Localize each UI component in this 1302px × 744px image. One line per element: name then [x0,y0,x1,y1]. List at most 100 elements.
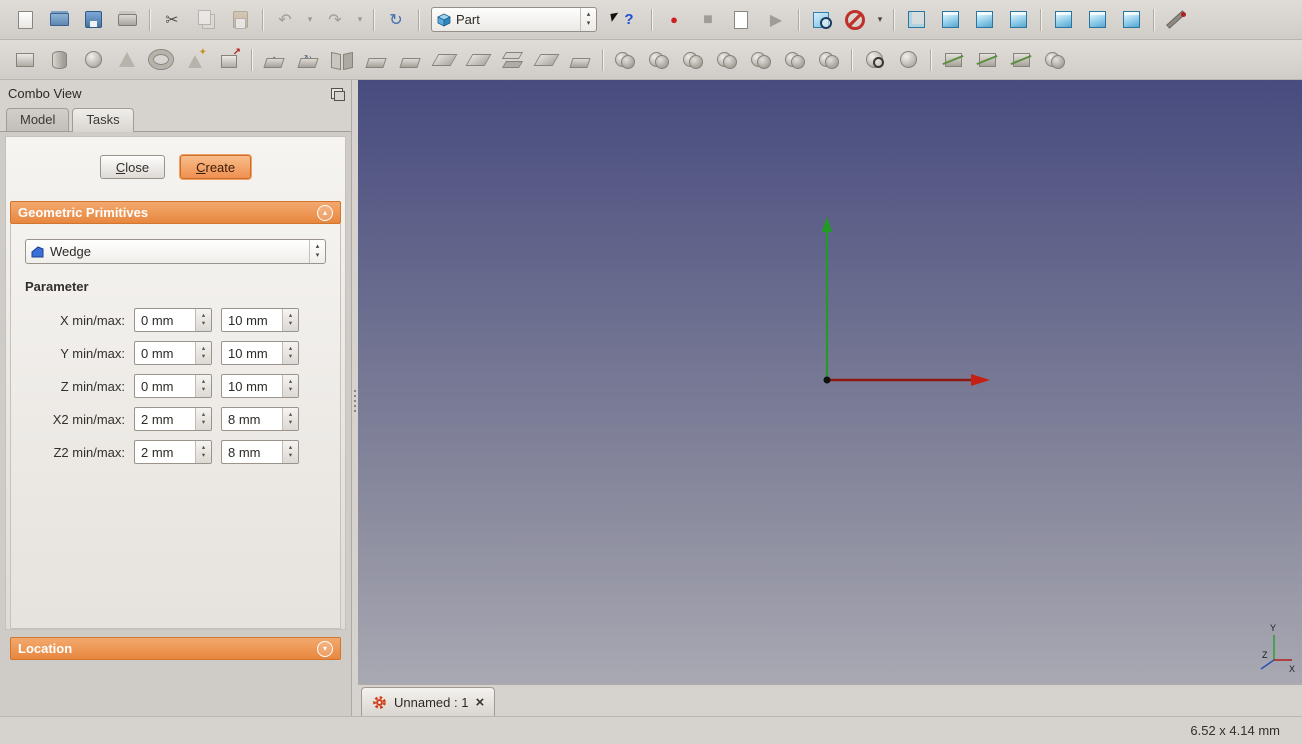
part-torus-button[interactable] [144,45,178,75]
spinner-buttons[interactable]: ▴ ▾ [282,375,298,397]
part-boolean-xor-button[interactable] [1038,45,1072,75]
primitive-type-select[interactable]: Wedge ▴ ▾ [25,239,326,264]
macro-record-button[interactable]: ● [657,5,691,35]
part-cylinder-button[interactable] [42,45,76,75]
paste-button[interactable] [223,5,257,35]
part-cross-sections-button[interactable] [936,45,970,75]
tab-tasks[interactable]: Tasks [72,108,134,132]
spin-down-button[interactable]: ▾ [289,320,292,328]
spinner-buttons[interactable]: ▴ ▾ [282,342,298,364]
spin-up-button[interactable]: ▴ [289,312,292,320]
splitter-grip[interactable] [354,390,356,412]
spin-up-button[interactable]: ▴ [202,312,205,320]
part-join-embed-button[interactable] [778,45,812,75]
redo-dropdown-arrow[interactable]: ▾ [352,5,368,35]
spin-down-button[interactable]: ▾ [202,353,205,361]
part-slice-button[interactable] [1004,45,1038,75]
spinner-buttons[interactable]: ▴ ▾ [195,408,211,430]
3d-viewport[interactable]: Y Z X [358,80,1302,684]
macro-play-button[interactable]: ▶ [759,5,793,35]
view-top-button[interactable] [967,5,1001,35]
spin-down-button[interactable]: ▾ [202,320,205,328]
draw-style-dropdown-arrow[interactable]: ▾ [872,5,888,35]
tab-model[interactable]: Model [6,108,70,131]
expand-section-icon[interactable]: ▾ [317,640,333,657]
part-intersection-button[interactable] [710,45,744,75]
whats-this-button[interactable]: ? [604,5,646,35]
refresh-button[interactable]: ↻ [379,5,413,35]
measure-distance-button[interactable] [1159,5,1193,35]
undo-button[interactable]: ↶ [268,5,302,35]
part-fillet-button[interactable] [359,45,393,75]
cut-button[interactable]: ✂ [155,5,189,35]
view-right-button[interactable] [1001,5,1035,35]
min-spinbox[interactable]: 0 mm ▴ ▾ [134,308,212,332]
redo-button[interactable]: ↷ [318,5,352,35]
part-union-button[interactable] [676,45,710,75]
copy-button[interactable] [189,5,223,35]
close-tab-icon[interactable]: × [475,695,484,710]
part-chamfer-button[interactable] [393,45,427,75]
min-spinbox[interactable]: 0 mm ▴ ▾ [134,341,212,365]
collapse-section-icon[interactable]: ▴ [317,204,333,221]
max-spinbox[interactable]: 10 mm ▴ ▾ [221,308,299,332]
spinner-buttons[interactable]: ▴ ▾ [195,342,211,364]
spin-up-button[interactable]: ▴ [289,411,292,419]
part-slice-apart-button[interactable] [970,45,1004,75]
part-cut-button[interactable] [642,45,676,75]
part-offset-button[interactable] [563,45,597,75]
spinner-buttons[interactable]: ▴ ▾ [282,408,298,430]
geometric-primitives-header[interactable]: Geometric Primitives ▴ [10,201,341,224]
part-ruled-surface-button[interactable] [461,45,495,75]
max-spinbox[interactable]: 10 mm ▴ ▾ [221,374,299,398]
fit-all-button[interactable] [804,5,838,35]
part-cone-button[interactable] [110,45,144,75]
part-check-geometry-button[interactable] [857,45,891,75]
view-rear-button[interactable] [1046,5,1080,35]
part-extrude-button[interactable]: ↑ [257,45,291,75]
spinner-buttons[interactable]: ▴ ▾ [195,375,211,397]
save-button[interactable] [76,5,110,35]
max-spinbox[interactable]: 8 mm ▴ ▾ [221,440,299,464]
undo-dropdown-arrow[interactable]: ▾ [302,5,318,35]
part-mirror-button[interactable] [325,45,359,75]
spin-down-button[interactable]: ▾ [289,452,292,460]
min-spinbox[interactable]: 2 mm ▴ ▾ [134,407,212,431]
open-document-button[interactable] [42,5,76,35]
view-front-button[interactable] [933,5,967,35]
view-left-button[interactable] [1114,5,1148,35]
part-sweep-button[interactable] [529,45,563,75]
create-button[interactable]: Create [180,155,252,179]
spin-up-button[interactable]: ▴ [289,444,292,452]
spin-up-button[interactable]: ▴ [202,411,205,419]
part-shape-builder-button[interactable] [212,45,246,75]
macro-stop-button[interactable]: ■ [691,5,725,35]
spin-up-button[interactable]: ▴ [289,345,292,353]
draw-style-button[interactable] [838,5,872,35]
part-join-connect-button[interactable] [744,45,778,75]
min-spinbox[interactable]: 0 mm ▴ ▾ [134,374,212,398]
part-primitives-button[interactable] [178,45,212,75]
spin-up-button[interactable]: ▴ [289,378,292,386]
spinner-buttons[interactable]: ▴ ▾ [282,441,298,463]
spinner-buttons[interactable]: ▴ ▾ [195,309,211,331]
spinner-buttons[interactable]: ▴ ▾ [282,309,298,331]
location-header[interactable]: Location ▾ [10,637,341,660]
part-box-button[interactable] [8,45,42,75]
part-make-face-button[interactable] [427,45,461,75]
spin-up-button[interactable]: ▴ [202,345,205,353]
spin-down-button[interactable]: ▾ [289,386,292,394]
part-sphere-button[interactable] [76,45,110,75]
spin-up-button[interactable]: ▴ [202,378,205,386]
print-button[interactable] [110,5,144,35]
spin-down-button[interactable]: ▾ [202,452,205,460]
float-panel-icon[interactable] [331,87,345,101]
part-boolean-button[interactable] [608,45,642,75]
spin-down-button[interactable]: ▾ [202,419,205,427]
document-tab[interactable]: Unnamed : 1 × [361,687,496,716]
part-defeaturing-button[interactable] [891,45,925,75]
workbench-selector-arrows[interactable]: ▴ ▾ [580,8,596,31]
workbench-selector[interactable]: Part ▴ ▾ [431,7,597,32]
view-axonometric-button[interactable] [899,5,933,35]
part-join-cutout-button[interactable] [812,45,846,75]
